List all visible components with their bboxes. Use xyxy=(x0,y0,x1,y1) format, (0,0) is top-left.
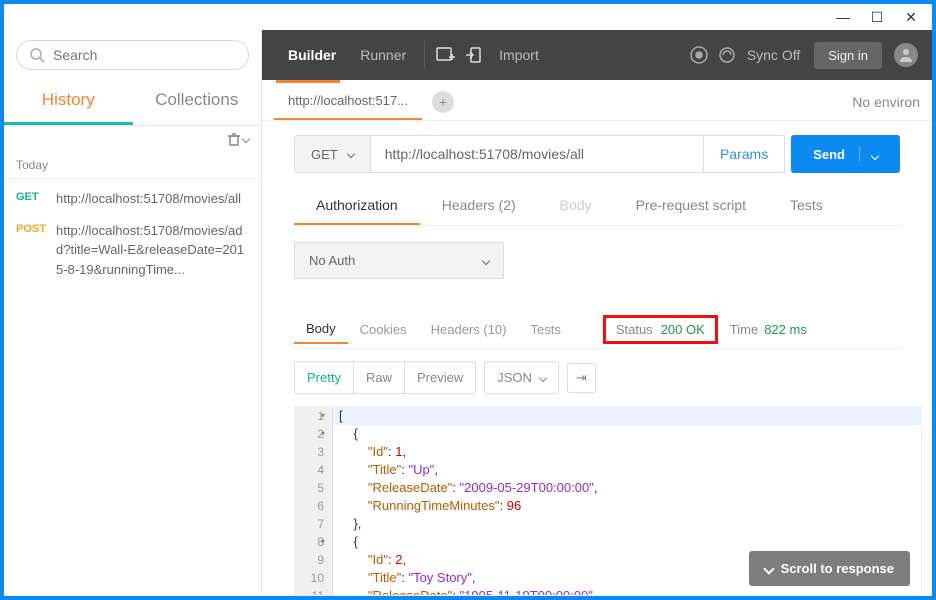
url-input[interactable] xyxy=(371,135,704,173)
scroll-to-response-button[interactable]: Scroll to response xyxy=(749,551,910,586)
fmt-preview[interactable]: Preview xyxy=(404,362,475,393)
resp-tab-tests[interactable]: Tests xyxy=(518,316,572,343)
minimize-button[interactable]: — xyxy=(826,9,860,25)
avatar-icon[interactable] xyxy=(894,43,918,67)
resp-tab-body[interactable]: Body xyxy=(294,315,348,344)
main-panel: Builder Runner Import Sync Off Sign in h… xyxy=(262,30,932,596)
search-icon xyxy=(29,47,45,63)
params-button[interactable]: Params xyxy=(704,135,785,173)
format-group: Pretty Raw Preview xyxy=(294,361,476,394)
tab-collections[interactable]: Collections xyxy=(133,80,262,125)
status-highlight: Status 200 OK xyxy=(603,315,718,344)
import-icon[interactable] xyxy=(459,41,487,69)
search-box[interactable] xyxy=(16,40,249,70)
new-window-icon[interactable] xyxy=(431,41,459,69)
trash-icon[interactable] xyxy=(227,132,249,146)
history-url: http://localhost:51708/movies/all xyxy=(56,189,249,209)
request-tab[interactable]: http://localhost:517... xyxy=(274,83,422,120)
fmt-pretty[interactable]: Pretty xyxy=(295,362,353,393)
send-button[interactable]: Send xyxy=(791,135,900,173)
resp-tab-headers[interactable]: Headers (10) xyxy=(419,316,519,343)
search-input[interactable] xyxy=(53,47,236,63)
status-value: 200 OK xyxy=(661,322,705,337)
signin-button[interactable]: Sign in xyxy=(814,42,882,69)
status-label: Status xyxy=(616,322,653,337)
nav-import[interactable]: Import xyxy=(487,47,551,63)
maximize-button[interactable]: ☐ xyxy=(860,9,894,26)
sync-label: Sync Off xyxy=(741,47,806,63)
subtab-prerequest[interactable]: Pre-request script xyxy=(614,187,768,225)
history-url: http://localhost:51708/movies/add?title=… xyxy=(56,221,249,280)
close-button[interactable]: ✕ xyxy=(894,9,928,26)
topbar: Builder Runner Import Sync Off Sign in xyxy=(262,30,932,80)
lang-select[interactable]: JSON xyxy=(484,361,559,394)
satellite-icon[interactable] xyxy=(685,41,713,69)
add-tab-button[interactable]: + xyxy=(432,91,454,113)
environment-label[interactable]: No environ xyxy=(852,94,920,110)
response-time: Time822 ms xyxy=(730,322,807,337)
subtab-tests[interactable]: Tests xyxy=(768,187,845,225)
method-badge: POST xyxy=(16,221,56,280)
fmt-raw[interactable]: Raw xyxy=(353,362,404,393)
method-badge: GET xyxy=(16,189,56,209)
history-item[interactable]: GET http://localhost:51708/movies/all xyxy=(16,183,249,215)
history-item[interactable]: POST http://localhost:51708/movies/add?t… xyxy=(16,215,249,286)
auth-type-select[interactable]: No Auth xyxy=(294,242,504,279)
resp-tab-cookies[interactable]: Cookies xyxy=(348,316,419,343)
nav-builder[interactable]: Builder xyxy=(276,47,348,63)
sync-icon[interactable] xyxy=(713,41,741,69)
tab-history[interactable]: History xyxy=(4,80,133,125)
history-section-label: Today xyxy=(4,152,261,179)
wrap-button[interactable]: ⇥ xyxy=(567,363,596,393)
subtab-headers[interactable]: Headers (2) xyxy=(420,187,538,225)
subtab-authorization[interactable]: Authorization xyxy=(294,187,420,225)
method-select[interactable]: GET xyxy=(294,135,371,173)
subtab-body[interactable]: Body xyxy=(538,187,614,225)
sidebar: History Collections Today GET http://loc… xyxy=(4,30,262,596)
nav-runner[interactable]: Runner xyxy=(348,47,418,63)
window-titlebar: — ☐ ✕ xyxy=(4,4,932,30)
